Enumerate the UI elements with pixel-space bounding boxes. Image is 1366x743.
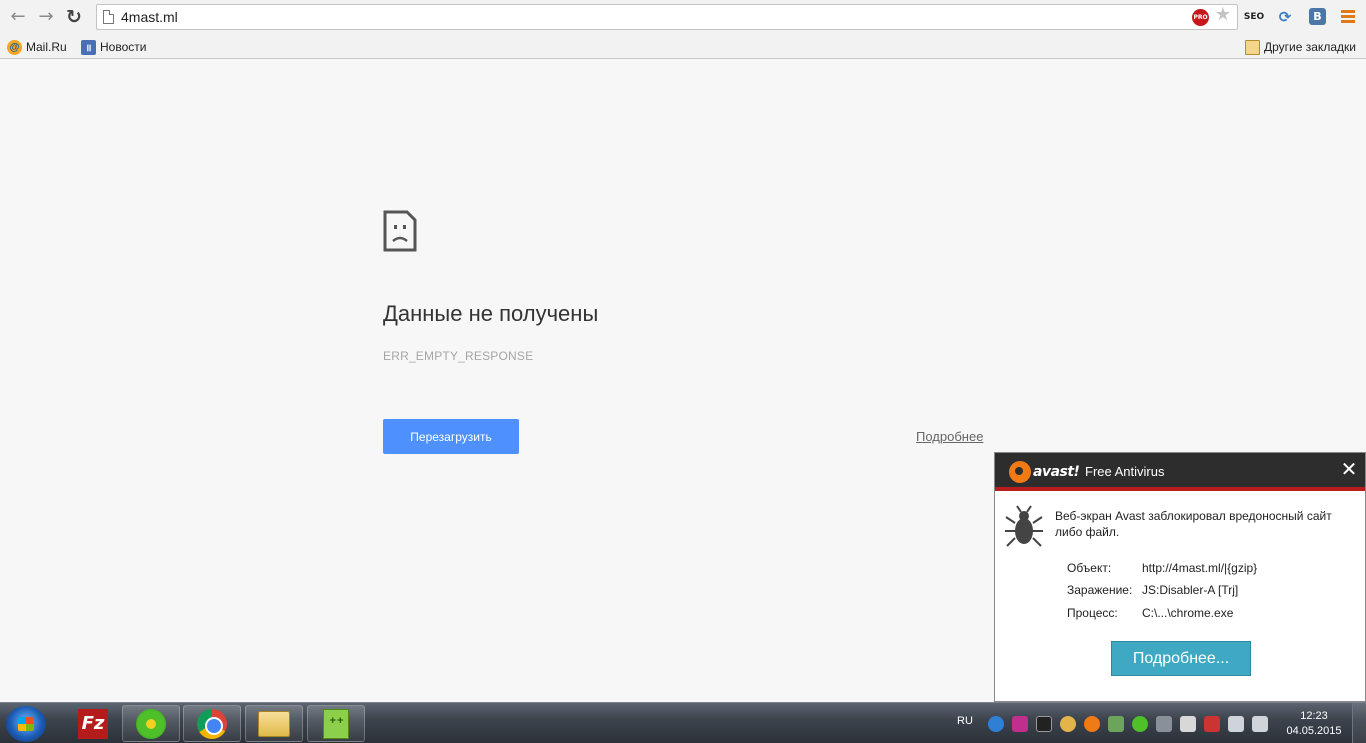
- tray-flag-icon[interactable]: [1204, 716, 1220, 732]
- bookmark-mailru[interactable]: @ Mail.Ru: [7, 38, 67, 56]
- mailru-icon: @: [7, 39, 22, 55]
- show-desktop-button[interactable]: [1352, 703, 1366, 743]
- clock-time: 12:23: [1300, 710, 1328, 722]
- details-link[interactable]: Подробнее: [916, 429, 983, 444]
- bookmark-star-icon[interactable]: ★: [1215, 6, 1231, 24]
- notification-icon[interactable]: [1156, 716, 1172, 732]
- filezilla-icon: Fz: [78, 708, 108, 739]
- arrow-right-icon: →: [38, 6, 54, 27]
- vk-extension-icon[interactable]: B: [1309, 8, 1326, 25]
- taskbar-app-file-manager[interactable]: [245, 705, 303, 742]
- bookmark-label: Mail.Ru: [26, 40, 67, 54]
- icq-icon: [136, 708, 166, 739]
- back-button[interactable]: ←: [6, 6, 30, 28]
- chrome-icon: [197, 708, 227, 739]
- avast-message: Веб-экран Avast заблокировал вредоносный…: [1055, 509, 1332, 539]
- volume-icon[interactable]: [1228, 716, 1244, 732]
- address-bar[interactable]: 4mast.ml PRO ★: [96, 4, 1238, 30]
- action-center-icon[interactable]: [1180, 716, 1196, 732]
- avast-notification: avast! Free Antivirus ✕ Веб-экран Avast …: [994, 452, 1366, 702]
- file-manager-icon: [258, 710, 290, 737]
- taskbar-app-filezilla[interactable]: Fz: [64, 705, 122, 742]
- seo-extension-icon[interactable]: SEO: [1243, 7, 1265, 27]
- bookmark-news[interactable]: ॥ Новости: [81, 38, 146, 56]
- pro-extension-icon[interactable]: PRO: [1192, 9, 1209, 26]
- start-button[interactable]: [6, 706, 46, 742]
- info-row-infection: Заражение: JS:Disabler-A [Trj]: [1067, 583, 1238, 597]
- system-clock[interactable]: 12:23 04.05.2015: [1284, 709, 1344, 739]
- error-title: Данные не получены: [383, 301, 599, 326]
- info-label: Объект:: [1067, 561, 1112, 575]
- avast-brand: avast!: [1033, 464, 1080, 480]
- news-icon: ॥: [81, 39, 96, 55]
- sync-extension-icon[interactable]: ⟳: [1275, 7, 1295, 27]
- taskbar-app-icq[interactable]: [122, 705, 180, 742]
- forward-button[interactable]: →: [34, 6, 58, 28]
- page-icon: [103, 10, 114, 24]
- avast-header: avast! Free Antivirus ✕: [995, 453, 1365, 491]
- bug-icon: [1005, 505, 1043, 547]
- network-icon[interactable]: [1252, 716, 1268, 732]
- browser-toolbar: ← → ↻ 4mast.ml PRO ★ SEO ⟳ B: [0, 0, 1366, 35]
- notepad-plus-plus-icon: [323, 708, 349, 739]
- avast-ball-icon: [1009, 461, 1031, 483]
- other-bookmarks-label: Другие закладки: [1264, 40, 1356, 54]
- folder-icon: [1245, 39, 1260, 55]
- tray-incognito-icon[interactable]: [1036, 716, 1052, 732]
- reload-button[interactable]: ↻: [62, 6, 86, 28]
- tray-app-icon[interactable]: [988, 716, 1004, 732]
- info-value: C:\...\chrome.exe: [1142, 606, 1234, 620]
- reload-page-button[interactable]: Перезагрузить: [383, 419, 519, 454]
- sad-page-icon: [383, 210, 417, 252]
- info-label: Процесс:: [1067, 606, 1118, 620]
- info-row-object: Объект: http://4mast.ml/|{gzip}: [1067, 561, 1257, 575]
- error-code: ERR_EMPTY_RESPONSE: [383, 349, 534, 363]
- clock-date: 04.05.2015: [1286, 725, 1342, 737]
- bookmarks-bar: @ Mail.Ru ॥ Новости Другие закладки: [0, 35, 1366, 59]
- tray-mascot-icon[interactable]: [1060, 716, 1076, 732]
- chrome-menu-icon[interactable]: [1341, 10, 1355, 23]
- tray-sync-icon[interactable]: [1108, 716, 1124, 732]
- info-label: Заражение:: [1067, 583, 1133, 597]
- arrow-left-icon: ←: [10, 6, 26, 27]
- info-value: JS:Disabler-A [Trj]: [1142, 583, 1239, 597]
- url-text[interactable]: 4mast.ml: [121, 9, 178, 25]
- taskbar-app-notepad[interactable]: [307, 705, 365, 742]
- info-row-process: Процесс: C:\...\chrome.exe: [1067, 606, 1233, 620]
- avast-details-button[interactable]: Подробнее...: [1111, 641, 1251, 676]
- avast-tray-icon[interactable]: [1084, 716, 1100, 732]
- reload-icon: ↻: [66, 5, 82, 28]
- other-bookmarks[interactable]: Другие закладки: [1245, 38, 1356, 56]
- tray-pen-icon[interactable]: [1012, 716, 1028, 732]
- bookmark-label: Новости: [100, 40, 147, 54]
- close-icon[interactable]: ✕: [1339, 459, 1359, 479]
- avast-logo: avast!: [1009, 461, 1080, 483]
- taskbar-app-chrome[interactable]: [183, 705, 241, 742]
- info-value: http://4mast.ml/|{gzip}: [1142, 561, 1258, 575]
- language-indicator[interactable]: RU: [957, 715, 973, 727]
- icq-tray-icon[interactable]: [1132, 716, 1148, 732]
- taskbar: Fz RU 12:23 04.05.2015: [0, 702, 1366, 743]
- avast-product-name: Free Antivirus: [1085, 464, 1165, 479]
